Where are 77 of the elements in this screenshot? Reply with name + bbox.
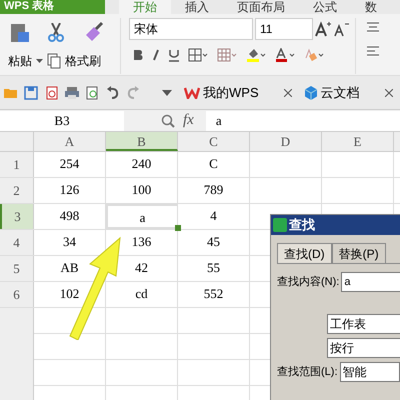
selected-cell[interactable]: a	[106, 204, 178, 229]
row-header[interactable]: 3	[0, 204, 34, 229]
shrink-font-icon[interactable]	[333, 21, 349, 37]
table-cell[interactable]: 254	[34, 152, 106, 177]
align-left-icon[interactable]	[366, 46, 380, 56]
dialog-tab[interactable]: 查找(D)	[277, 243, 332, 263]
printer-icon[interactable]	[64, 86, 80, 100]
paste-button[interactable]: 粘贴	[8, 52, 32, 70]
table-cell[interactable]: 498	[34, 204, 106, 229]
document-tab[interactable]: 我的WPS	[203, 82, 259, 102]
column-header[interactable]: C	[178, 132, 250, 151]
dialog-title: 查找	[289, 216, 315, 234]
ribbon-tab[interactable]: 公式	[299, 0, 351, 14]
w-logo-icon	[184, 86, 200, 98]
table-cell[interactable]: 100	[106, 178, 178, 203]
option-select[interactable]: 工作表	[327, 314, 400, 334]
table-cell[interactable]: 55	[178, 256, 250, 281]
ribbon-tab[interactable]: 页面布局	[223, 0, 299, 14]
font-size-select[interactable]: 11	[255, 18, 313, 40]
save-icon[interactable]	[24, 86, 38, 100]
function-button[interactable]: fx	[183, 109, 194, 132]
find-label: 查找内容(N):	[277, 274, 340, 290]
redo-icon[interactable]	[126, 86, 140, 100]
option-select[interactable]: 按行	[327, 338, 400, 358]
table-cell[interactable]: 552	[178, 282, 250, 307]
name-box[interactable]: B3	[0, 110, 124, 130]
row-header[interactable]: 5	[0, 256, 34, 281]
document-tab[interactable]: 云文档	[320, 82, 360, 102]
column-header[interactable]: E	[322, 132, 394, 151]
dialog-tab[interactable]: 替换(P)	[332, 243, 386, 263]
row-header[interactable]: 1	[0, 152, 34, 177]
table-cell[interactable]: 240	[106, 152, 178, 177]
scope-label: 查找范围(L):	[277, 364, 338, 380]
copy-icon[interactable]	[47, 53, 61, 69]
ribbon-tab[interactable]: 数	[351, 0, 391, 14]
export-pdf-icon[interactable]	[44, 86, 58, 100]
find-field[interactable]: a	[341, 272, 400, 292]
column-header[interactable]: D	[250, 132, 322, 151]
dropdown-caret-icon[interactable]	[162, 90, 172, 96]
fill-handle[interactable]	[175, 225, 181, 231]
row-header[interactable]: 4	[0, 230, 34, 255]
app-menu-button[interactable]: WPS 表格	[0, 0, 105, 14]
ribbon-tab[interactable]: 开始	[119, 0, 171, 14]
table-cell[interactable]: 789	[178, 178, 250, 203]
italic-icon[interactable]	[152, 49, 160, 61]
align-top-icon[interactable]	[366, 22, 380, 32]
table-cell[interactable]: 126	[34, 178, 106, 203]
table-cell[interactable]: 4	[178, 204, 250, 229]
row-header[interactable]: 2	[0, 178, 34, 203]
bold-icon[interactable]	[133, 49, 143, 61]
print-preview-icon[interactable]	[86, 86, 100, 100]
font-color-icon[interactable]	[275, 48, 295, 62]
row-header[interactable]: 6	[0, 282, 34, 307]
undo-icon[interactable]	[106, 86, 120, 100]
table-cell[interactable]: cd	[106, 282, 178, 307]
dropdown-caret-icon[interactable]	[36, 59, 43, 63]
zoom-icon[interactable]	[161, 114, 175, 128]
app-logo-icon	[273, 218, 287, 232]
font-select[interactable]: 宋体	[129, 18, 253, 40]
clear-format-icon[interactable]	[304, 48, 324, 62]
fill-color-icon[interactable]	[246, 48, 266, 62]
cube-icon	[304, 86, 318, 100]
close-button[interactable]	[384, 88, 393, 96]
scope-select[interactable]: 智能	[340, 362, 400, 382]
scissors-icon[interactable]	[48, 23, 64, 43]
format-painter-button[interactable]: 格式刷	[65, 52, 101, 70]
underline-icon[interactable]	[169, 48, 179, 62]
close-button[interactable]	[284, 88, 292, 96]
table-cell[interactable]: C	[178, 152, 250, 177]
ribbon-tab[interactable]: 插入	[171, 0, 223, 14]
grow-font-icon[interactable]	[315, 21, 331, 37]
formula-field[interactable]: a	[206, 110, 400, 130]
clipboard-icon[interactable]	[8, 21, 32, 45]
borders-icon[interactable]	[188, 48, 208, 62]
table-style-icon[interactable]	[217, 48, 237, 62]
table-cell[interactable]: 45	[178, 230, 250, 255]
column-header[interactable]: B	[106, 132, 178, 151]
